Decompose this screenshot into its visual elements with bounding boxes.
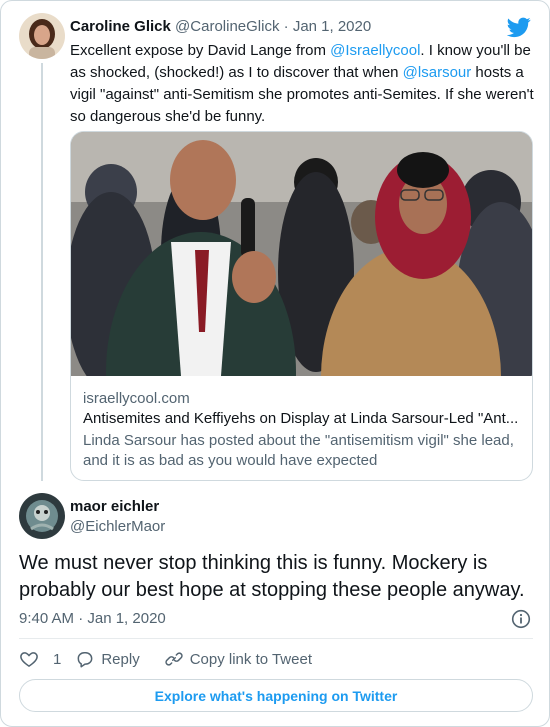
tweet-embed-card: Caroline Glick @CarolineGlick · Jan 1, 2… bbox=[0, 0, 550, 727]
link-preview-image bbox=[71, 132, 532, 480]
tweet-actions: 1 Reply Copy link to Tweet bbox=[19, 647, 312, 671]
parent-tweet-header: Caroline Glick @CarolineGlick · Jan 1, 2… bbox=[70, 17, 371, 36]
reply-label: Reply bbox=[101, 650, 140, 668]
tweet-text-part: Excellent expose by David Lange from bbox=[70, 42, 331, 59]
reply-author-name[interactable]: maor eichler bbox=[70, 497, 159, 516]
explore-twitter-button[interactable]: Explore what's happening on Twitter bbox=[19, 679, 533, 712]
info-icon[interactable] bbox=[511, 609, 531, 629]
like-count: 1 bbox=[53, 650, 62, 668]
reply-bubble-icon bbox=[77, 652, 93, 668]
link-preview-card[interactable]: israellycool.com Antisemites and Keffiye… bbox=[70, 131, 533, 481]
link-description: Linda Sarsour has posted about the "anti… bbox=[83, 432, 514, 469]
copy-link-label: Copy link to Tweet bbox=[189, 650, 312, 668]
link-title[interactable]: Antisemites and Keffiyehs on Display at … bbox=[83, 409, 523, 429]
copy-link-button[interactable]: Copy link to Tweet bbox=[164, 649, 312, 669]
mention-lsarsour[interactable]: @lsarsour bbox=[403, 64, 472, 81]
reply-tweet-text: We must never stop thinking this is funn… bbox=[19, 552, 525, 601]
parent-tweet-text: Excellent expose by David Lange from @Is… bbox=[70, 40, 540, 128]
mention-israellycool[interactable]: @Israellycool bbox=[330, 42, 420, 59]
tweet-date[interactable]: Jan 1, 2020 bbox=[293, 18, 371, 35]
link-domain: israellycool.com bbox=[83, 390, 190, 407]
avatar-caroline-glick[interactable] bbox=[19, 13, 65, 59]
separator-dot: · bbox=[283, 18, 289, 35]
reply-author-handle[interactable]: @EichlerMaor bbox=[70, 517, 165, 536]
divider bbox=[19, 638, 533, 639]
author-name[interactable]: Caroline Glick bbox=[70, 18, 171, 35]
reply-button[interactable]: Reply bbox=[75, 649, 140, 669]
avatar-maor-eichler[interactable] bbox=[19, 493, 65, 539]
like-button[interactable]: 1 bbox=[19, 649, 61, 669]
author-handle[interactable]: @CarolineGlick bbox=[175, 18, 279, 35]
reply-timestamp[interactable]: 9:40 AM · Jan 1, 2020 bbox=[19, 609, 166, 629]
thread-connector-line bbox=[41, 63, 43, 481]
link-icon bbox=[165, 652, 183, 666]
twitter-bird-icon[interactable] bbox=[506, 15, 531, 39]
heart-icon bbox=[20, 652, 38, 667]
